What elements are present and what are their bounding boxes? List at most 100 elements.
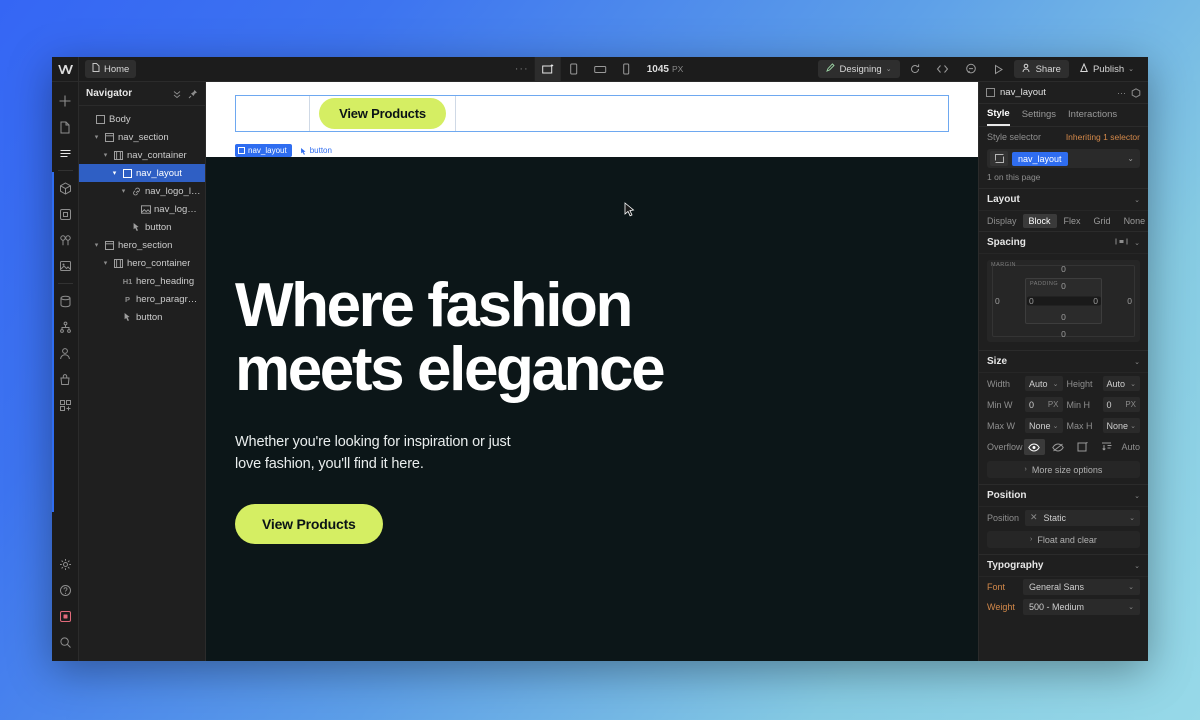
variables-icon[interactable]	[52, 227, 79, 253]
components-icon[interactable]	[52, 175, 79, 201]
assets-variables-icon[interactable]	[52, 201, 79, 227]
add-icon[interactable]	[52, 88, 79, 114]
navigator-item-hero-heading[interactable]: H1 hero_heading	[79, 272, 205, 290]
mode-designing-button[interactable]: Designing ⌄	[818, 60, 900, 78]
tab-settings[interactable]: Settings	[1022, 105, 1056, 125]
apps-icon[interactable]	[52, 392, 79, 418]
page-hero-section[interactable]: Where fashion meets elegance Whether you…	[206, 157, 978, 661]
eye-hidden-icon[interactable]	[1048, 439, 1069, 455]
disclosure-triangle-icon[interactable]: ▾	[92, 241, 101, 249]
viewport-mobile-landscape-icon[interactable]	[587, 57, 613, 81]
nav-layout-selected-box[interactable]: View Products	[235, 94, 949, 132]
selection-badge-button[interactable]: button	[300, 146, 332, 155]
navigator-item-button[interactable]: button	[79, 218, 205, 236]
float-and-clear-button[interactable]: › Float and clear	[987, 531, 1140, 548]
video-record-icon[interactable]	[52, 603, 79, 629]
disclosure-triangle-icon[interactable]: ▾	[101, 151, 110, 159]
refresh-icon[interactable]	[902, 57, 928, 81]
section-header-spacing[interactable]: Spacing ⌄	[979, 231, 1148, 254]
images-icon[interactable]	[52, 253, 79, 279]
section-header-typography[interactable]: Typography ⌄	[979, 554, 1148, 577]
pages-icon[interactable]	[52, 114, 79, 140]
min-height-input[interactable]: 0 PX	[1102, 397, 1140, 412]
cms-database-icon[interactable]	[52, 288, 79, 314]
viewport-tablet-icon[interactable]	[561, 57, 587, 81]
display-option-flex[interactable]: Flex	[1058, 214, 1087, 228]
preview-play-icon[interactable]	[986, 57, 1012, 81]
margin-left-value[interactable]: 0	[995, 296, 1000, 306]
nav-logo-cell[interactable]	[236, 95, 310, 131]
max-height-input[interactable]: None ⌄	[1102, 418, 1140, 433]
navigator-item-nav-container[interactable]: ▾ nav_container	[79, 146, 205, 164]
margin-top-value[interactable]: 0	[1061, 264, 1066, 274]
help-question-icon[interactable]	[52, 577, 79, 603]
navigator-item-nav-layout[interactable]: ▾ nav_layout	[79, 164, 205, 182]
style-selector-field[interactable]: nav_layout ⌄	[987, 149, 1140, 168]
navigator-item-body[interactable]: Body	[79, 110, 205, 128]
component-cube-icon[interactable]	[1131, 87, 1141, 98]
tab-style[interactable]: Style	[987, 104, 1010, 126]
padding-top-value[interactable]: 0	[1061, 281, 1066, 291]
padding-bottom-value[interactable]: 0	[1061, 312, 1066, 322]
scroll-icon[interactable]	[1072, 439, 1093, 455]
design-canvas[interactable]: View Products nav_layout button Where fa…	[206, 82, 978, 661]
viewport-desktop-icon[interactable]	[534, 57, 561, 81]
disclosure-triangle-icon[interactable]: ▾	[101, 259, 110, 267]
disclosure-triangle-icon[interactable]: ▾	[119, 187, 128, 195]
selection-badge-nav-layout[interactable]: nav_layout	[235, 144, 292, 157]
section-header-layout[interactable]: Layout ⌄	[979, 188, 1148, 211]
chevron-down-icon[interactable]: ⌄	[1134, 358, 1140, 366]
publish-button[interactable]: Publish ⌄	[1071, 60, 1142, 78]
navigator-item-hero-section[interactable]: ▾ hero_section	[79, 236, 205, 254]
navigator-item-nav-section[interactable]: ▾ nav_section	[79, 128, 205, 146]
hero-view-products-button[interactable]: View Products	[235, 503, 383, 544]
auto-scroll-icon[interactable]	[1096, 439, 1117, 455]
navigator-item-nav-logo-link[interactable]: ▾ nav_logo_link	[79, 182, 205, 200]
navigator-item-hero-paragraph[interactable]: Phero_paragraph	[79, 290, 205, 308]
viewport-mobile-portrait-icon[interactable]	[613, 57, 639, 81]
disclosure-triangle-icon[interactable]: ▾	[92, 133, 101, 141]
chevron-down-icon[interactable]: ⌄	[1134, 492, 1140, 500]
display-option-grid[interactable]: Grid	[1088, 214, 1117, 228]
ecommerce-icon[interactable]	[52, 366, 79, 392]
disclosure-triangle-icon[interactable]: ▾	[110, 169, 119, 177]
x-clear-icon[interactable]: ✕	[1030, 512, 1038, 523]
margin-bottom-value[interactable]: 0	[1061, 329, 1066, 339]
more-size-options-button[interactable]: › More size options	[987, 461, 1140, 478]
height-input[interactable]: Auto ⌄	[1102, 376, 1140, 391]
overflow-value[interactable]: Auto	[1122, 442, 1141, 452]
navigator-list-icon[interactable]	[52, 140, 79, 166]
nav-button-cell[interactable]: View Products	[310, 95, 456, 131]
max-width-input[interactable]: None ⌄	[1025, 418, 1063, 433]
min-width-input[interactable]: 0 PX	[1025, 397, 1063, 412]
collapse-all-icon[interactable]	[172, 89, 182, 99]
hero-paragraph[interactable]: Whether you're looking for inspiration o…	[235, 431, 565, 476]
selector-chip[interactable]: nav_layout	[1012, 151, 1068, 166]
chevron-down-icon[interactable]: ⌄	[1127, 154, 1137, 163]
settings-gear-icon[interactable]	[52, 551, 79, 577]
webflow-logo-icon[interactable]	[52, 57, 79, 81]
nav-empty-cell[interactable]	[456, 96, 948, 131]
navigator-item-button[interactable]: button	[79, 308, 205, 326]
page-nav-section[interactable]: View Products	[206, 82, 978, 144]
padding-left-value[interactable]: 0	[1029, 296, 1034, 306]
viewport-width-readout[interactable]: 1045 PX	[639, 64, 692, 75]
search-icon[interactable]	[52, 629, 79, 655]
inheriting-note[interactable]: Inheriting 1 selector	[1066, 132, 1140, 142]
code-icon[interactable]	[930, 57, 956, 81]
position-select[interactable]: ✕ Static ⌄	[1025, 509, 1140, 526]
more-dots-icon[interactable]: ···	[1117, 88, 1126, 98]
pin-icon[interactable]	[188, 89, 198, 99]
navigator-item-hero-container[interactable]: ▾ hero_container	[79, 254, 205, 272]
display-option-none[interactable]: None	[1118, 214, 1148, 228]
display-option-block[interactable]: Block	[1022, 214, 1057, 228]
weight-select[interactable]: 500 - Medium ⌄	[1023, 599, 1140, 615]
chevron-down-icon[interactable]: ⌄	[1134, 196, 1140, 204]
hero-heading[interactable]: Where fashion meets elegance	[235, 274, 949, 401]
margin-right-value[interactable]: 0	[1127, 296, 1132, 306]
padding-right-value[interactable]: 0	[1093, 296, 1098, 306]
section-header-size[interactable]: Size ⌄	[979, 350, 1148, 373]
toolbar-overflow-icon[interactable]: ···	[509, 63, 535, 75]
logic-flow-icon[interactable]	[52, 314, 79, 340]
navigator-item-nav-logo-ima[interactable]: nav_logo_ima...	[79, 200, 205, 218]
